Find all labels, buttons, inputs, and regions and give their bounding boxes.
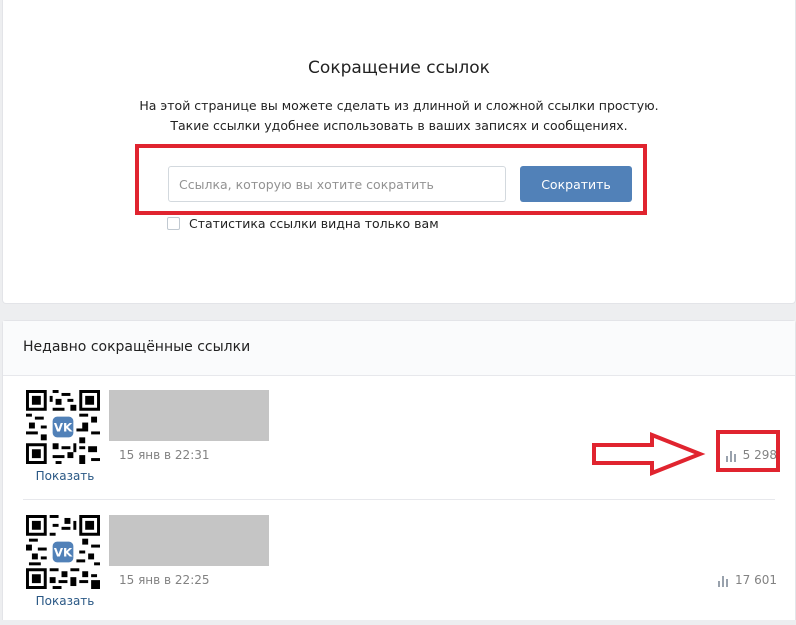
description-line-2: Такие ссылки удобнее использовать в ваши…: [170, 118, 628, 133]
link-date: 15 янв в 22:25: [119, 573, 210, 587]
qr-code[interactable]: VK: [26, 390, 100, 464]
description-line-1: На этой странице вы можете сделать из дл…: [139, 98, 659, 113]
svg-text:VK: VK: [54, 420, 73, 434]
svg-text:VK: VK: [54, 545, 73, 559]
recent-links-title: Недавно сокращённые ссылки: [23, 339, 251, 355]
link-date: 15 янв в 22:31: [119, 448, 210, 462]
redacted-link-box: [109, 390, 269, 441]
show-link[interactable]: Показать: [33, 469, 97, 483]
views-counter[interactable]: 17 601: [718, 573, 777, 587]
page-description: На этой странице вы можете сделать из дл…: [3, 96, 795, 136]
qr-code[interactable]: VK: [26, 515, 100, 589]
show-link[interactable]: Показать: [33, 594, 97, 608]
shorten-form-highlight: Сократить: [135, 144, 647, 215]
redacted-link-box: [109, 515, 269, 566]
stats-private-label: Статистика ссылки видна только вам: [189, 215, 439, 231]
recent-links-header: Недавно сокращённые ссылки: [3, 321, 795, 376]
url-input[interactable]: [168, 166, 506, 202]
arrow-annotation-icon: [592, 432, 706, 476]
shorten-button[interactable]: Сократить: [520, 166, 632, 202]
link-item: VK Показать 15 янв в 22:25 17 601: [3, 501, 795, 625]
page-title: Сокращение ссылок: [308, 58, 490, 78]
bar-chart-icon: [718, 576, 728, 587]
stats-private-checkbox[interactable]: [167, 216, 180, 230]
views-count: 17 601: [735, 573, 777, 587]
row-divider: [23, 499, 775, 500]
stats-private-option[interactable]: Статистика ссылки видна только вам: [167, 215, 439, 231]
views-highlight-box: [716, 430, 780, 472]
